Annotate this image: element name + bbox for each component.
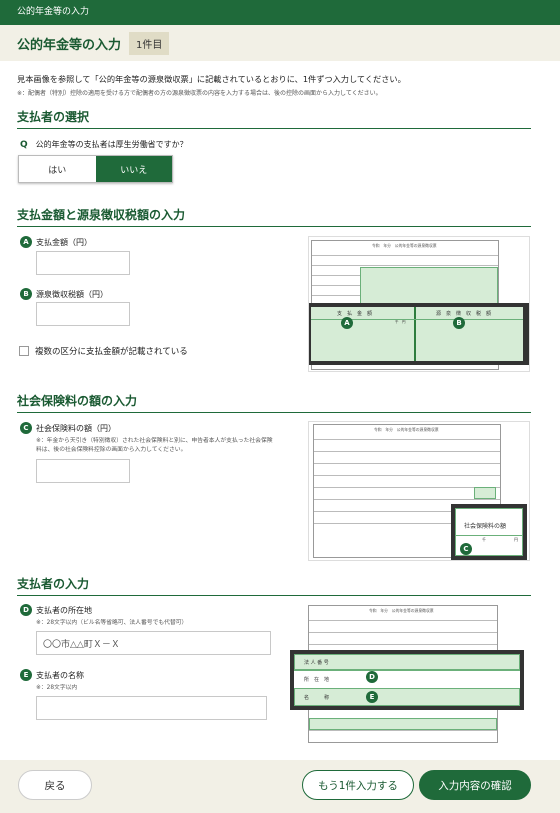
social-insurance-input[interactable] [36, 459, 130, 483]
payer-name-note: ※：28文字以内 [36, 685, 78, 691]
entry-count-badge: 1件目 [129, 31, 170, 55]
section-heading-amounts: 支払金額と源泉徴収税額の入力 [17, 206, 531, 227]
payer-question: Q 公的年金等の支払者は厚生労働省ですか？ [20, 139, 188, 150]
multiple-category-checkbox[interactable] [19, 346, 29, 356]
add-another-button[interactable]: もう1件入力する [302, 770, 414, 800]
sample-col-b: 源 泉 徴 収 税 額 [436, 311, 492, 317]
payer-name-label-text: 支払者の名称 [36, 670, 84, 680]
breadcrumb-bar: 公的年金等の入力 [0, 0, 560, 25]
payer-name-label: E 支払者の名称 [20, 669, 84, 681]
payment-amount-label: A 支払金額（円） [20, 236, 92, 248]
marker-b-icon: B [20, 288, 32, 300]
multiple-category-row[interactable]: 複数の区分に支払金額が記載されている [19, 345, 188, 357]
payer-toggle: はい いいえ [18, 155, 173, 183]
payment-amount-label-text: 支払金額（円） [36, 237, 92, 247]
payer-address-label: D 支払者の所在地 [20, 604, 92, 616]
social-insurance-label-text: 社会保険料の額（円） [36, 423, 116, 433]
sample-zoom-callout: 社会保険料の額 千 円 C [451, 504, 527, 560]
payment-amount-input[interactable] [36, 251, 130, 275]
breadcrumb: 公的年金等の入力 [17, 7, 90, 17]
section-heading-social-insurance: 社会保険料の額の入力 [17, 392, 531, 413]
title-bar: 公的年金等の入力 1件目 [0, 25, 560, 61]
question-icon: Q [20, 139, 28, 150]
social-insurance-note: ※：年金から天引き（特別徴収）された社会保険料と別に、申告者本人が支払った社会保… [36, 438, 273, 453]
payer-address-label-text: 支払者の所在地 [36, 605, 92, 615]
sample-image-amounts: 令和 年分 公的年金等の源泉徴収票 支 払 金 額 源 泉 徴 収 税 額 千 … [308, 236, 530, 372]
no-button[interactable]: いいえ [95, 156, 172, 182]
sample-zoom-payer: 法 人 番 号 所 在 地 名 称 D E [290, 650, 524, 710]
withholding-tax-label-text: 源泉徴収税額（円） [36, 289, 108, 299]
sample-row-number: 法 人 番 号 [304, 660, 329, 666]
sample-image-social-insurance: 令和 年分 公的年金等の源泉徴収票 社会保険料の額 千 円 C [308, 421, 530, 561]
intro-text: 見本画像を参照して「公的年金等の源泉徴収票」に記載されているとおりに、1件ずつ入… [17, 74, 406, 84]
payer-address-placeholder: 〇〇市△△町Ｘ－Ｘ [43, 639, 120, 650]
sample-row-address: 所 在 地 [304, 677, 330, 683]
confirm-button[interactable]: 入力内容の確認 [419, 770, 531, 800]
payer-address-note: ※：28文字以内（ビル名等省略可、法人番号でも代替可） [36, 620, 188, 626]
sample-doc-title: 令和 年分 公的年金等の源泉徴収票 [372, 243, 437, 248]
marker-e-icon: E [20, 669, 32, 681]
sample-marker-d-icon: D [366, 671, 378, 683]
sample-marker-e-icon: E [366, 691, 378, 703]
sample-col-a: 支 払 金 額 [337, 311, 373, 317]
page-title: 公的年金等の入力 [17, 37, 122, 53]
sample-marker-c-icon: C [460, 543, 472, 555]
withholding-tax-input[interactable] [36, 302, 130, 326]
payer-name-input[interactable] [36, 696, 267, 720]
back-button[interactable]: 戻る [18, 770, 92, 800]
marker-a-icon: A [20, 236, 32, 248]
multiple-category-label: 複数の区分に支払金額が記載されている [35, 347, 188, 357]
section-heading-payer-info: 支払者の入力 [17, 575, 531, 596]
marker-c-icon: C [20, 422, 32, 434]
intro-note: ※：配偶者（特別）控除の適用を受ける方で配偶者の方の源泉徴収票の内容を入力する場… [17, 90, 382, 97]
sample-image-payer: 令和 年分 公的年金等の源泉徴収票 法 人 番 号 所 在 地 名 称 D E [290, 604, 530, 744]
sample-marker-b-icon: B [453, 317, 465, 329]
payer-address-input[interactable]: 〇〇市△△町Ｘ－Ｘ [36, 631, 271, 655]
sample-marker-a-icon: A [341, 317, 353, 329]
section-heading-payer-select: 支払者の選択 [17, 108, 531, 129]
sample-zoom-panel: 支 払 金 額 源 泉 徴 収 税 額 千 円 A B [309, 303, 529, 365]
marker-d-icon: D [20, 604, 32, 616]
withholding-tax-label: B 源泉徴収税額（円） [20, 288, 108, 300]
sample-row-name: 名 称 [304, 695, 330, 701]
social-insurance-label: C 社会保険料の額（円） [20, 422, 116, 434]
payer-question-text: 公的年金等の支払者は厚生労働省ですか？ [35, 140, 188, 149]
yes-button[interactable]: はい [19, 156, 96, 182]
sample-callout-text: 社会保険料の額 [464, 523, 507, 530]
